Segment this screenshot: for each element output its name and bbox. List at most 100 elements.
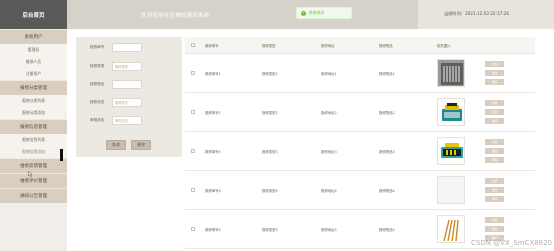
table-row: 报修单号3 报修类型3 报修地址3 报修物品3 详情修改删除 (185, 132, 535, 171)
cell-order-no: 报修单号3 (205, 149, 221, 154)
menu-item-category-add[interactable]: 报修分类添加 (0, 107, 67, 119)
cell-item: 报修物品3 (379, 149, 395, 154)
cell-image (437, 59, 485, 87)
row-actions: 详情 修改 删除 (485, 139, 504, 163)
query-button[interactable]: 查询 (106, 140, 126, 150)
cell-address: 报修地址2 (321, 110, 337, 115)
table-row: 报修单号4 报修类型4 报修地址4 报修物品4 详情 修改 删除 (185, 171, 535, 210)
table-body: 报修单号1 报修类型1 报修地址1 报修物品1 详情 修改 删除 报修单号2 报修类型2 报修地址… (185, 54, 535, 249)
detail-button[interactable]: 详情 (485, 139, 504, 145)
menu-item-admin[interactable]: 管理员 (0, 44, 67, 56)
cell-address: 报修地址5 (321, 227, 337, 232)
cell-type: 报修类型3 (262, 149, 278, 154)
search-row-audit: 审核状态 审核状态 (90, 116, 142, 125)
row-checkbox[interactable] (191, 227, 195, 231)
brand-home-link[interactable]: 后台首页 (0, 0, 67, 29)
detail-button[interactable]: 详情 (485, 100, 504, 106)
search-panel: 报修单号 报修类型 报修类型 报修物品 报修状态 报修状态 审核状态 审核状态 … (76, 37, 182, 157)
top-bar: 欢迎使用社区维修报修系统 admin 当前时间：2023.12.03 22:17… (67, 0, 554, 29)
clock-text: 当前时间：2023.12.03 22:17:26 (444, 11, 510, 16)
field-label-status: 报修状态 (90, 100, 105, 104)
menu-group-repair-info[interactable]: 报修信息管理 (0, 119, 67, 134)
table-row: 报修单号2 报修类型2 报修地址2 报修物品2 详情修改删除 (185, 93, 535, 132)
repair-type-select[interactable]: 报修类型 (112, 62, 142, 71)
menu-group-repair-category[interactable]: 报修分类管理 (0, 80, 67, 95)
menu-item-repair-list[interactable]: 报修信息列表 (0, 134, 67, 146)
menu-item-registered-users[interactable]: 注册用户 (0, 68, 67, 80)
col-address: 报修地址 (321, 43, 335, 48)
row-actions: 详情 修改 删除 (485, 100, 504, 124)
repair-photo[interactable] (437, 215, 465, 243)
toast-message: 修改成功 (309, 10, 325, 15)
check-circle-icon: ✓ (301, 10, 306, 16)
cell-order-no: 报修单号1 (205, 71, 221, 76)
menu-group-system-users[interactable]: 系统用户 (0, 29, 67, 44)
repair-photo[interactable] (437, 59, 465, 87)
detail-button[interactable]: 详情 (485, 178, 504, 184)
row-delete-button[interactable]: 删除 (485, 118, 504, 124)
row-checkbox[interactable] (191, 71, 195, 75)
cell-item: 报修物品2 (379, 110, 395, 115)
row-actions: 详情 修改 删除 (485, 61, 504, 85)
menu-group-evaluation[interactable]: 维修评价管理 (0, 173, 67, 188)
menu-item-category-list[interactable]: 报修分类列表 (0, 95, 67, 107)
field-label-audit: 审核状态 (90, 118, 105, 122)
cell-address: 报修地址4 (321, 188, 337, 193)
row-delete-button[interactable]: 删除 (485, 196, 504, 202)
menu-group-notices[interactable]: 通知公告管理 (0, 188, 67, 203)
mouse-cursor-icon (28, 171, 33, 177)
edit-button[interactable]: 修改 (485, 187, 504, 193)
cell-type: 报修类型1 (262, 71, 278, 76)
cell-address: 报修地址3 (321, 149, 337, 154)
cell-order-no: 报修单号4 (205, 188, 221, 193)
edit-button[interactable]: 修改 (485, 109, 504, 115)
row-delete-button[interactable]: 删除 (485, 79, 504, 85)
table-header: 报修单号 报修类型 报修地址 报修物品 相关图片 (185, 37, 535, 54)
audit-status-select[interactable]: 审核状态 (112, 116, 142, 125)
menu-item-repairers[interactable]: 维修人员 (0, 56, 67, 68)
menu-group-feedback[interactable]: 维修反馈管理 (0, 158, 67, 173)
repair-photo[interactable] (437, 176, 465, 204)
field-label-item: 报修物品 (90, 82, 105, 86)
repair-status-select[interactable]: 报修状态 (112, 98, 142, 107)
row-actions: 详情 修改 删除 (485, 217, 504, 241)
cell-image (437, 98, 485, 126)
cell-type: 报修类型4 (262, 188, 278, 193)
edit-button[interactable]: 修改 (485, 148, 504, 154)
col-order-no: 报修单号 (205, 43, 219, 48)
cell-item: 报修物品1 (379, 71, 395, 76)
sidebar-scrollbar[interactable] (60, 149, 63, 161)
row-checkbox[interactable] (191, 149, 195, 153)
cell-type: 报修类型2 (262, 110, 278, 115)
welcome-title: 欢迎使用社区维修报修系统 (141, 13, 210, 19)
col-image: 相关图片 (437, 43, 451, 48)
field-label-order: 报修单号 (90, 45, 105, 49)
repair-item-input[interactable] (112, 80, 142, 89)
row-checkbox[interactable] (191, 188, 195, 192)
select-all-checkbox[interactable] (191, 43, 195, 47)
row-actions: 详情 修改 删除 (485, 178, 504, 202)
detail-button[interactable]: 详情 (485, 217, 504, 223)
menu-item-repair-add[interactable]: 报修信息添加 (0, 146, 67, 158)
order-no-input[interactable] (112, 43, 142, 52)
repair-photo[interactable] (437, 137, 465, 165)
search-row-order: 报修单号 (90, 43, 142, 52)
edit-button[interactable]: 修改 (485, 70, 504, 76)
cell-order-no: 报修单号5 (205, 227, 221, 232)
sidebar: 后台首页 系统用户 管理员 维修人员 注册用户 报修分类管理 报修分类列表 报修… (0, 0, 67, 251)
search-row-type: 报修类型 报修类型 (90, 62, 142, 71)
delete-button[interactable]: 删除 (131, 140, 151, 150)
search-row-item: 报修物品 (90, 80, 142, 89)
col-type: 报修类型 (262, 43, 276, 48)
cell-order-no: 报修单号2 (205, 110, 221, 115)
edit-button[interactable]: 修改 (485, 226, 504, 232)
row-checkbox[interactable] (191, 110, 195, 114)
clock-panel: 当前时间：2023.12.03 22:17:26 (418, 0, 554, 29)
app-root: 后台首页 系统用户 管理员 维修人员 注册用户 报修分类管理 报修分类列表 报修… (0, 0, 554, 251)
cell-type: 报修类型5 (262, 227, 278, 232)
cell-address: 报修地址1 (321, 71, 337, 76)
detail-button[interactable]: 详情 (485, 61, 504, 67)
row-delete-button[interactable]: 删除 (485, 157, 504, 163)
repair-photo[interactable] (437, 98, 465, 126)
repair-table: 报修单号 报修类型 报修地址 报修物品 相关图片 报修单号1 报修类型1 报修地址1… (185, 37, 535, 249)
